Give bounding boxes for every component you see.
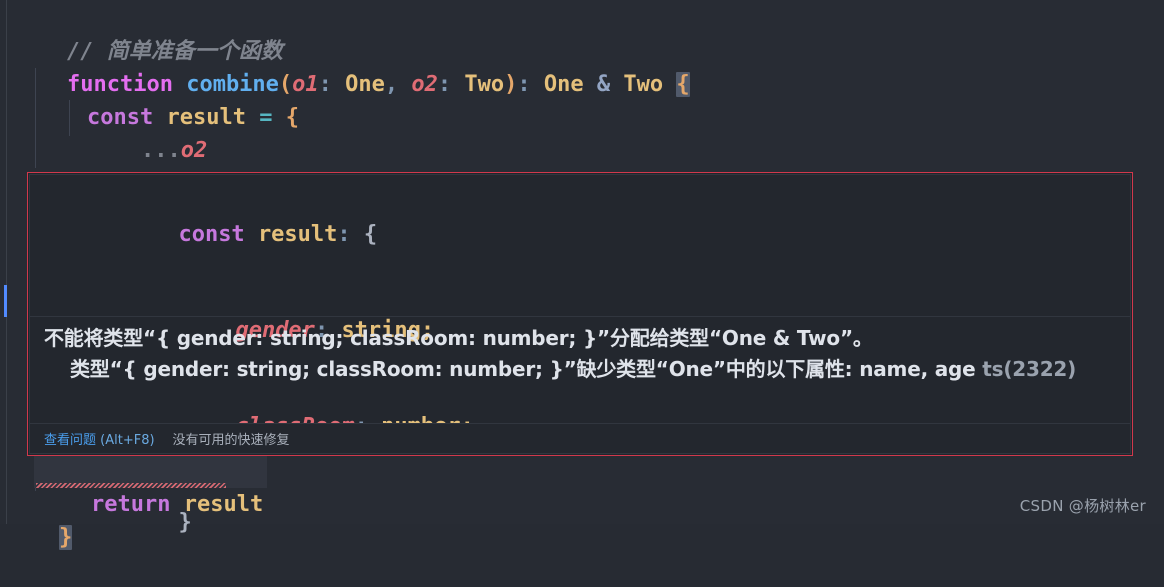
error-code: ts(2322) xyxy=(982,357,1077,381)
colon-1: : xyxy=(318,72,346,97)
csdn-watermark: CSDN @杨树林er xyxy=(1019,497,1146,515)
popup-error-message: 不能将类型“{ gender: string; classRoom: numbe… xyxy=(30,317,1130,423)
no-quick-fix-label: 没有可用的快速修复 xyxy=(172,433,290,448)
editor-gutter xyxy=(0,0,14,524)
error-message-line-2: 类型“{ gender: string; classRoom: number; … xyxy=(70,357,976,381)
view-problem-shortcut: (Alt+F8) xyxy=(100,433,155,448)
variable-o2: o2 xyxy=(180,138,208,163)
param-o2: o2 xyxy=(411,72,438,97)
object-brace-open: { xyxy=(285,105,299,130)
view-problem-label: 查看问题 xyxy=(44,433,97,448)
error-message-line-1: 不能将类型“{ gender: string; classRoom: numbe… xyxy=(44,326,873,350)
type-one: One xyxy=(345,72,385,97)
popup-code-line-4: } xyxy=(46,475,1130,571)
cursor-line-indicator xyxy=(4,285,7,317)
intersection-operator: & xyxy=(583,72,624,97)
code-line-close-object: } xyxy=(34,134,100,196)
popup-colon-1: : xyxy=(337,222,364,247)
popup-keyword-const: const xyxy=(178,222,245,247)
code-line-const-result: const result = { xyxy=(34,68,299,130)
gutter-divider-line xyxy=(6,0,7,524)
code-line-comment: // 简单准备一个函数 xyxy=(14,2,283,64)
assign-operator: = xyxy=(259,105,273,130)
popup-code-line-1: const result: { xyxy=(46,187,1130,283)
popup-code-preview: const result: { gender: string; classRoo… xyxy=(30,175,1130,535)
colon-3: : xyxy=(517,72,544,97)
popup-brace-close: } xyxy=(178,510,192,535)
code-line-function-signature: function combine(o1: One, o2: Two): One … xyxy=(14,35,690,97)
view-problem-link[interactable]: 查看问题 (Alt+F8) xyxy=(44,429,155,448)
paren-close: ) xyxy=(504,72,518,97)
popup-action-bar[interactable]: 查看问题 (Alt+F8) 没有可用的快速修复 xyxy=(30,423,1130,453)
popup-inner-frame: const result: { gender: string; classRoo… xyxy=(29,174,1131,535)
brace-open-highlighted: { xyxy=(676,72,690,97)
return-type-one: One xyxy=(543,72,584,97)
error-hover-popup[interactable]: const result: { gender: string; classRoo… xyxy=(27,172,1133,535)
type-two: Two xyxy=(464,72,505,97)
popup-brace-open: { xyxy=(363,222,378,247)
code-editor[interactable]: // 简单准备一个函数 function combine(o1: One, o2… xyxy=(0,0,1164,550)
colon-2: : xyxy=(437,72,465,97)
code-line-spread: ...o2 xyxy=(88,101,207,163)
return-type-two: Two xyxy=(623,72,664,97)
comma-1: , xyxy=(384,72,412,97)
popup-variable-result: result xyxy=(257,222,338,247)
spread-operator: ... xyxy=(140,138,181,163)
